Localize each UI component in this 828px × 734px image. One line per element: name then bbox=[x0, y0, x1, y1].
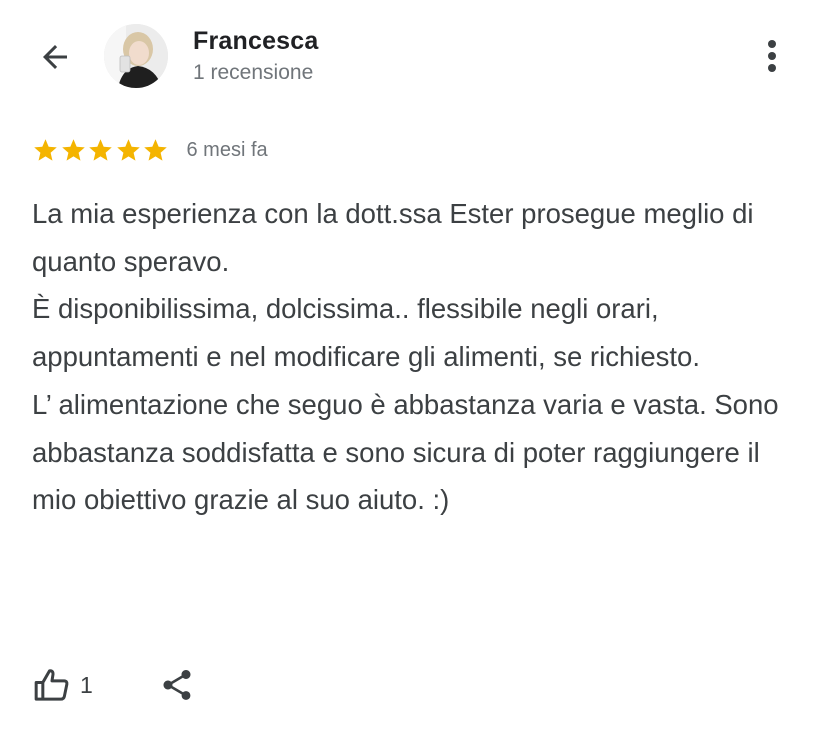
review-text: La mia esperienza con la dott.ssa Ester … bbox=[32, 198, 779, 516]
like-count: 1 bbox=[80, 671, 93, 698]
more-vert-icon bbox=[768, 40, 776, 72]
star-rating bbox=[32, 137, 170, 164]
avatar-image bbox=[104, 24, 168, 88]
star-icon bbox=[89, 138, 112, 161]
author-review-count: 1 recensione bbox=[193, 61, 314, 84]
rating-row: 6 mesi fa bbox=[32, 135, 268, 165]
thumb-up-icon bbox=[34, 669, 69, 701]
review-actions: 1 bbox=[32, 660, 195, 710]
author-name[interactable]: Francesca bbox=[193, 27, 319, 56]
review-header: Francesca 1 recensione bbox=[0, 0, 828, 110]
like-button[interactable]: 1 bbox=[32, 665, 93, 705]
star-icon bbox=[61, 138, 85, 161]
back-button[interactable] bbox=[32, 34, 78, 80]
review-date: 6 mesi fa bbox=[186, 138, 268, 161]
avatar[interactable] bbox=[104, 24, 168, 88]
share-button[interactable] bbox=[159, 667, 195, 703]
share-icon bbox=[163, 670, 191, 700]
star-icon bbox=[34, 138, 57, 161]
star-icon bbox=[144, 138, 167, 161]
more-options-button[interactable] bbox=[752, 36, 792, 76]
star-icon bbox=[116, 138, 140, 161]
arrow-back-icon bbox=[43, 45, 67, 69]
